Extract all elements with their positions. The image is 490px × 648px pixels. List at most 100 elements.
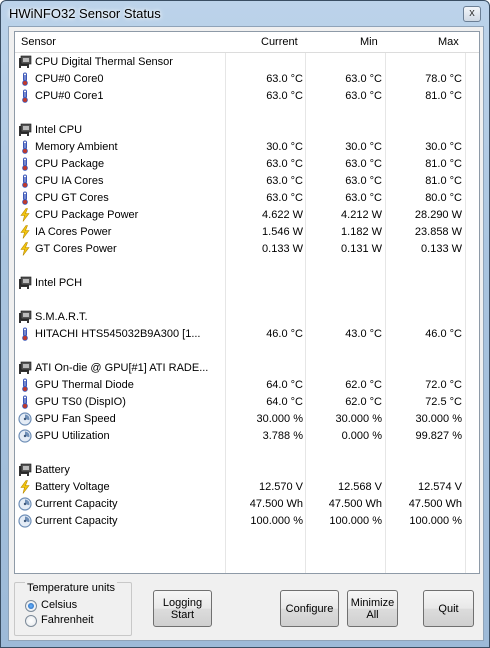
sensor-row[interactable]: IA Cores Power 1.546 W 1.182 W 23.858 W (15, 224, 479, 241)
sensor-name: Current Capacity (35, 498, 118, 510)
logging-start-button[interactable]: Logging Start (153, 590, 212, 627)
sensor-max-value: 30.000 % (415, 413, 462, 425)
sensor-min-value: 43.0 °C (345, 328, 382, 340)
sensor-group-row[interactable]: S.M.A.R.T. (15, 309, 479, 326)
sensor-current-value: 1.546 W (262, 226, 303, 238)
sensor-max-value: 81.0 °C (425, 90, 462, 102)
sensor-row[interactable]: CPU IA Cores 63.0 °C 63.0 °C 81.0 °C (15, 173, 479, 190)
header-min[interactable]: Min (360, 36, 378, 48)
sensor-group-row[interactable]: ATI On-die @ GPU[#1] ATI RADE... (15, 360, 479, 377)
group-name: S.M.A.R.T. (35, 311, 88, 323)
sensor-max-value: 28.290 W (414, 209, 462, 221)
chip-icon (18, 55, 32, 69)
sensor-row[interactable]: Current Capacity 47.500 Wh 47.500 Wh 47.500… (15, 496, 479, 513)
sensor-name: IA Cores Power (35, 226, 112, 238)
blank-row (15, 445, 479, 462)
blank-row (15, 105, 479, 122)
sensor-row[interactable]: HITACHI HTS545032B9A300 [1... 46.0 °C 43.0… (15, 326, 479, 343)
sensor-row[interactable]: CPU GT Cores 63.0 °C 63.0 °C 80.0 °C (15, 190, 479, 207)
sensor-current-value: 63.0 °C (266, 192, 303, 204)
header-current[interactable]: Current (261, 36, 298, 48)
minimize-all-button[interactable]: Minimize All (347, 590, 398, 627)
fahrenheit-radio[interactable] (25, 615, 37, 627)
sensor-table[interactable]: Sensor Current Min Max CPU Digital Therm… (14, 31, 480, 574)
chip-icon (18, 361, 32, 375)
fahrenheit-label[interactable]: Fahrenheit (41, 614, 94, 626)
blank-row (15, 292, 479, 309)
sensor-max-value: 81.0 °C (425, 158, 462, 170)
temperature-units-group: Temperature units Celsius Fahrenheit (14, 582, 132, 636)
sensor-row[interactable]: Memory Ambient 30.0 °C 30.0 °C 30.0 °C (15, 139, 479, 156)
sensor-max-value: 46.0 °C (425, 328, 462, 340)
lightning-icon (18, 225, 32, 239)
sensor-min-value: 0.000 % (341, 430, 382, 442)
title-bar[interactable]: HWiNFO32 Sensor Status x (1, 1, 489, 27)
sensor-group-row[interactable]: Intel PCH (15, 275, 479, 292)
sensor-current-value: 47.500 Wh (249, 498, 303, 510)
blank-row (15, 258, 479, 275)
sensor-max-value: 72.0 °C (425, 379, 462, 391)
sensor-name: CPU Package (35, 158, 105, 170)
sensor-min-value: 63.0 °C (345, 192, 382, 204)
close-button[interactable]: x (463, 6, 481, 22)
sensor-min-value: 0.131 W (341, 243, 382, 255)
sensor-min-value: 12.568 V (337, 481, 382, 493)
quit-button[interactable]: Quit (423, 590, 474, 627)
sensor-group-row[interactable]: Battery (15, 462, 479, 479)
gauge-icon (18, 497, 32, 511)
sensor-row[interactable]: GPU Fan Speed 30.000 % 30.000 % 30.000 % (15, 411, 479, 428)
sensor-row[interactable]: CPU#0 Core1 63.0 °C 63.0 °C 81.0 °C (15, 88, 479, 105)
thermometer-icon (18, 395, 32, 409)
sensor-max-value: 0.133 W (421, 243, 462, 255)
configure-button[interactable]: Configure (280, 590, 339, 627)
sensor-group-row[interactable]: Intel CPU (15, 122, 479, 139)
header-sensor[interactable]: Sensor (21, 36, 56, 48)
sensor-min-value: 30.0 °C (345, 141, 382, 153)
sensor-current-value: 30.0 °C (266, 141, 303, 153)
thermometer-icon (18, 174, 32, 188)
chip-icon (18, 463, 32, 477)
header-max[interactable]: Max (438, 36, 459, 48)
sensor-min-value: 63.0 °C (345, 73, 382, 85)
sensor-group-row[interactable]: CPU Digital Thermal Sensor (15, 54, 479, 71)
thermometer-icon (18, 157, 32, 171)
thermometer-icon (18, 378, 32, 392)
sensor-current-value: 63.0 °C (266, 73, 303, 85)
sensor-row[interactable]: CPU Package 63.0 °C 63.0 °C 81.0 °C (15, 156, 479, 173)
sensor-max-value: 47.500 Wh (408, 498, 462, 510)
sensor-row[interactable]: GT Cores Power 0.133 W 0.131 W 0.133 W (15, 241, 479, 258)
lightning-icon (18, 480, 32, 494)
sensor-row[interactable]: CPU#0 Core0 63.0 °C 63.0 °C 78.0 °C (15, 71, 479, 88)
sensor-row[interactable]: GPU Utilization 3.788 % 0.000 % 99.827 % (15, 428, 479, 445)
thermometer-icon (18, 191, 32, 205)
group-name: CPU Digital Thermal Sensor (35, 56, 173, 68)
thermometer-icon (18, 327, 32, 341)
sensor-current-value: 0.133 W (262, 243, 303, 255)
sensor-name: Current Capacity (35, 515, 118, 527)
group-name: Intel PCH (35, 277, 83, 289)
sensor-name: GT Cores Power (35, 243, 117, 255)
sensor-name: CPU Package Power (35, 209, 139, 221)
chip-icon (18, 123, 32, 137)
sensor-max-value: 23.858 W (414, 226, 462, 238)
sensor-row[interactable]: CPU Package Power 4.622 W 4.212 W 28.290 W (15, 207, 479, 224)
sensor-name: CPU IA Cores (35, 175, 104, 187)
sensor-min-value: 47.500 Wh (328, 498, 382, 510)
celsius-radio[interactable] (25, 600, 37, 612)
celsius-label[interactable]: Celsius (41, 599, 77, 611)
lightning-icon (18, 208, 32, 222)
sensor-max-value: 12.574 V (417, 481, 462, 493)
sensor-row[interactable]: GPU Thermal Diode 64.0 °C 62.0 °C 72.0 °C (15, 377, 479, 394)
lightning-icon (18, 242, 32, 256)
sensor-max-value: 78.0 °C (425, 73, 462, 85)
chip-icon (18, 310, 32, 324)
sensor-row[interactable]: Current Capacity 100.000 % 100.000 % 100.00… (15, 513, 479, 530)
sensor-current-value: 12.570 V (258, 481, 303, 493)
sensor-row[interactable]: Battery Voltage 12.570 V 12.568 V 12.574 V (15, 479, 479, 496)
group-name: ATI On-die @ GPU[#1] ATI RADE... (35, 362, 209, 374)
sensor-min-value: 62.0 °C (345, 379, 382, 391)
sensor-row[interactable]: GPU TS0 (DispIO) 64.0 °C 62.0 °C 72.5 °C (15, 394, 479, 411)
blank-row (15, 343, 479, 360)
sensor-current-value: 100.000 % (250, 515, 303, 527)
sensor-max-value: 81.0 °C (425, 175, 462, 187)
